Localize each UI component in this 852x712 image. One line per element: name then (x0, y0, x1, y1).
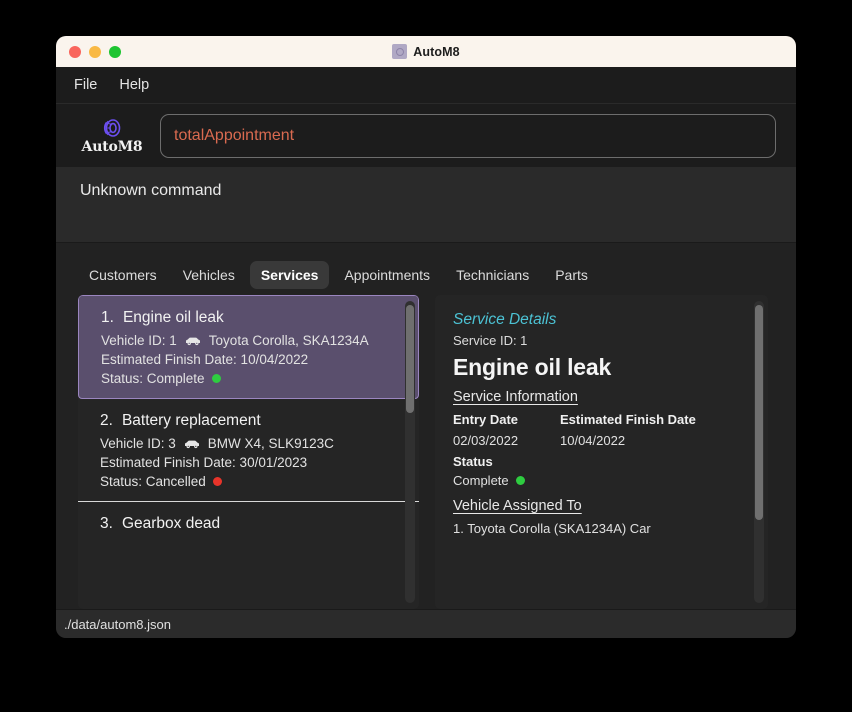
details-header: Service Details (453, 311, 557, 328)
result-message-text: Unknown command (80, 182, 222, 199)
content-panes: 1. Engine oil leak Vehicle ID: 1 Toyota … (56, 295, 796, 609)
list-item-finish-date: Estimated Finish Date: 30/01/2023 (100, 455, 308, 470)
list-item-index: 2. (100, 412, 113, 429)
tab-parts[interactable]: Parts (544, 261, 599, 289)
command-input[interactable]: totalAppointment (160, 113, 776, 158)
service-list: 1. Engine oil leak Vehicle ID: 1 Toyota … (78, 295, 419, 569)
details-finish-date-value: 10/04/2022 (560, 433, 626, 448)
command-input-value: totalAppointment (174, 126, 295, 144)
close-window-button[interactable] (69, 45, 81, 58)
list-item-status-row: Status: Cancelled (100, 474, 403, 489)
list-item-vehicle-desc: BMW X4, SLK9123C (207, 436, 334, 451)
list-item-finish-date: Estimated Finish Date: 10/04/2022 (101, 352, 309, 367)
window-controls (56, 45, 121, 58)
details-entry-date-label: Entry Date (453, 412, 519, 427)
brand-logo: AutoM8 (78, 117, 146, 154)
details-entry-date-value-column: 02/03/2022 (453, 433, 560, 448)
list-item-name: Engine oil leak (122, 309, 224, 326)
car-icon (184, 336, 202, 346)
tab-technicians[interactable]: Technicians (445, 261, 540, 289)
details-finish-date-label: Estimated Finish Date (560, 412, 696, 427)
tire-icon (101, 117, 123, 139)
menu-bar: File Help (56, 67, 796, 104)
tab-services[interactable]: Services (249, 261, 330, 289)
service-details-pane: Service Details Service ID: 1 Engine oil… (435, 295, 768, 609)
app-window: AutoM8 File Help AutoM8 totalAppointment… (56, 36, 796, 638)
status-bar-path: ./data/autom8.json (64, 616, 171, 632)
list-item-vehicle-id: Vehicle ID: 3 (100, 436, 176, 451)
result-message-area: Unknown command (56, 167, 796, 242)
list-item-status-label: Status: Complete (101, 371, 205, 386)
maximize-window-button[interactable] (109, 45, 121, 58)
details-service-id: Service ID: 1 (453, 333, 528, 348)
details-spacer (453, 488, 768, 498)
car-icon (183, 439, 201, 449)
list-item-vehicle-row: Vehicle ID: 3 BMW X4, SLK9123C (100, 436, 403, 451)
status-dot-icon (211, 374, 221, 383)
details-date-value-row: 02/03/2022 10/04/2022 (453, 433, 768, 448)
command-bar: AutoM8 totalAppointment (56, 104, 796, 167)
details-status-label: Status (453, 454, 493, 469)
details-finish-date-column: Estimated Finish Date (560, 412, 696, 431)
details-section-vehicle-assigned-to: Vehicle Assigned To (453, 498, 582, 514)
list-item[interactable]: 1. Engine oil leak Vehicle ID: 1 Toyota … (78, 295, 419, 399)
menu-item-file[interactable]: File (74, 77, 97, 93)
list-scrollbar-track[interactable] (405, 301, 415, 603)
service-list-pane: 1. Engine oil leak Vehicle ID: 1 Toyota … (78, 295, 419, 609)
list-item-index: 3. (100, 515, 113, 532)
details-scrollbar-thumb[interactable] (755, 305, 763, 520)
details-vehicle-line: 1. Toyota Corolla (SKA1234A) Car (453, 521, 651, 536)
list-item-vehicle-id: Vehicle ID: 1 (101, 333, 177, 348)
list-item-status-label: Status: Cancelled (100, 474, 206, 489)
status-dot-icon (515, 476, 525, 485)
list-item-title-row: 3. Gearbox dead (100, 515, 403, 533)
title-bar: AutoM8 (56, 36, 796, 67)
details-scrollbar-track[interactable] (754, 301, 764, 603)
window-title: AutoM8 (413, 44, 460, 59)
tab-vehicles[interactable]: Vehicles (172, 261, 246, 289)
minimize-window-button[interactable] (89, 45, 101, 58)
list-item-name: Gearbox dead (121, 515, 221, 532)
list-item-vehicle-desc: Toyota Corolla, SKA1234A (208, 333, 369, 348)
list-item[interactable]: 2. Battery replacement Vehicle ID: 3 BMW… (78, 399, 419, 502)
list-item[interactable]: 3. Gearbox dead (78, 502, 419, 569)
brand-name: AutoM8 (81, 139, 143, 155)
list-item-index: 1. (101, 309, 114, 326)
list-item-status-row: Status: Complete (101, 371, 402, 386)
details-date-row: Entry Date Estimated Finish Date (453, 412, 768, 431)
tab-bar: Customers Vehicles Services Appointments… (56, 253, 796, 295)
tab-appointments[interactable]: Appointments (333, 261, 441, 289)
details-status-row: Complete (453, 473, 768, 488)
details-section-service-information: Service Information (453, 389, 578, 405)
tab-customers[interactable]: Customers (78, 261, 168, 289)
details-entry-date-value: 02/03/2022 (453, 433, 519, 448)
details-finish-date-value-column: 10/04/2022 (560, 433, 625, 448)
status-dot-icon (212, 477, 222, 486)
list-item-title-row: 2. Battery replacement (100, 412, 403, 430)
title-bar-center: AutoM8 (56, 44, 796, 59)
list-scrollbar-thumb[interactable] (406, 305, 414, 413)
details-status-value: Complete (453, 473, 509, 488)
app-logo-icon (392, 44, 408, 59)
details-entry-date-column: Entry Date (453, 412, 560, 431)
status-bar: ./data/autom8.json (56, 609, 796, 638)
list-item-vehicle-row: Vehicle ID: 1 Toyota Corolla, SKA1234A (101, 333, 402, 348)
details-title: Engine oil leak (453, 354, 612, 380)
list-item-title-row: 1. Engine oil leak (101, 309, 402, 327)
main-panel: Customers Vehicles Services Appointments… (56, 242, 796, 609)
menu-item-help[interactable]: Help (119, 77, 149, 93)
list-item-name: Battery replacement (121, 412, 261, 429)
